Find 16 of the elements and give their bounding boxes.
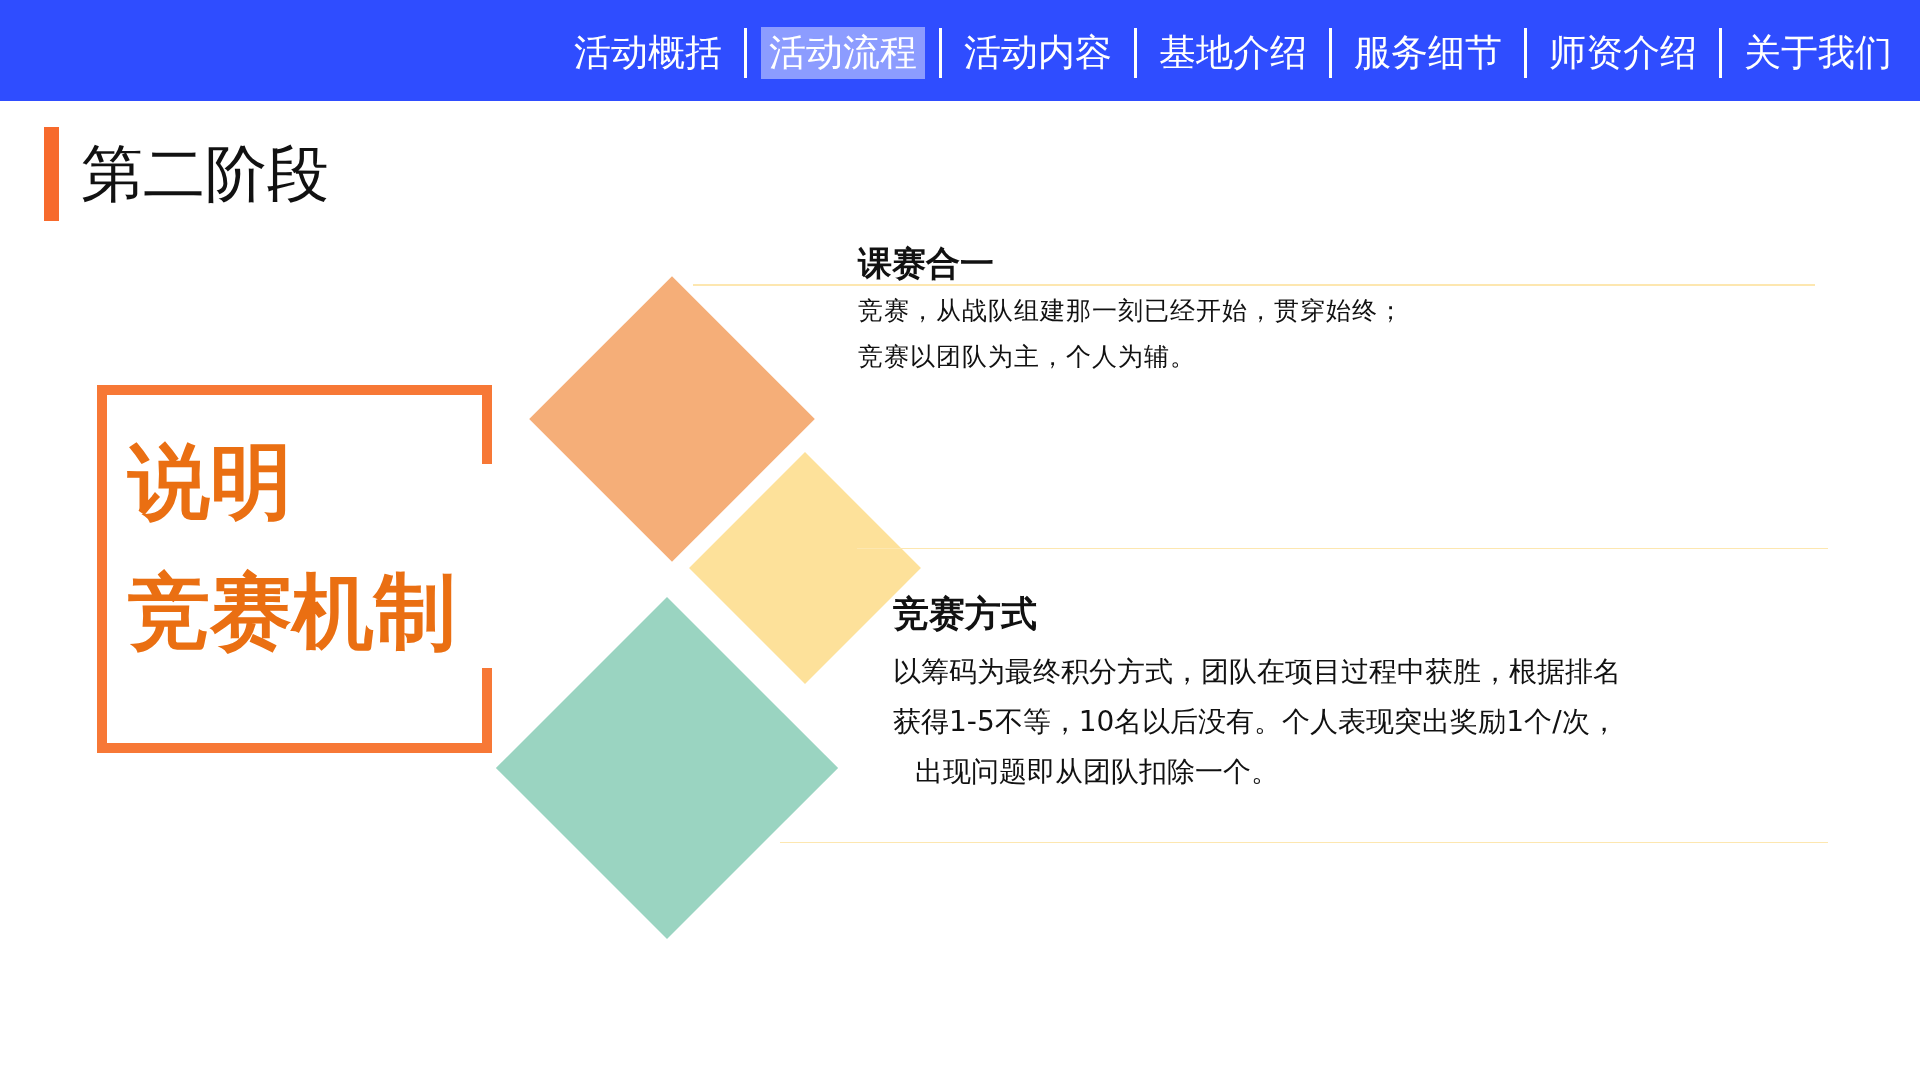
body-text: 出现问题即从团队扣除一个。 [914,754,1280,790]
body-text: 以筹码为最终积分方式，团队在项目过程中获胜，根据排名 [893,654,1621,690]
nav-tab[interactable]: 活动概括 [566,26,730,79]
section-title: 竞赛方式 [893,592,1038,636]
page-title: 第二阶段 [81,136,329,212]
nav-tab[interactable]: 师资介绍 [1541,26,1705,79]
body-text: 竞赛，从战队组建那一刻已经开始，贯穿始终； [858,295,1404,327]
nav-tab[interactable]: 基地介绍 [1151,26,1315,79]
nav-tab[interactable]: 活动内容 [956,26,1120,79]
body-text: 竞赛以团队为主，个人为辅。 [858,341,1197,373]
label-heading: 说明 [128,433,293,531]
nav-tab[interactable]: 服务细节 [1346,26,1510,79]
label-heading: 竞赛机制 [128,563,456,661]
nav-tab[interactable]: 关于我们 [1736,26,1900,79]
body-text: 获得1-5不等，10名以后没有。个人表现突出奖励1个/次， [893,704,1619,740]
section-title: 课赛合一 [858,242,995,285]
